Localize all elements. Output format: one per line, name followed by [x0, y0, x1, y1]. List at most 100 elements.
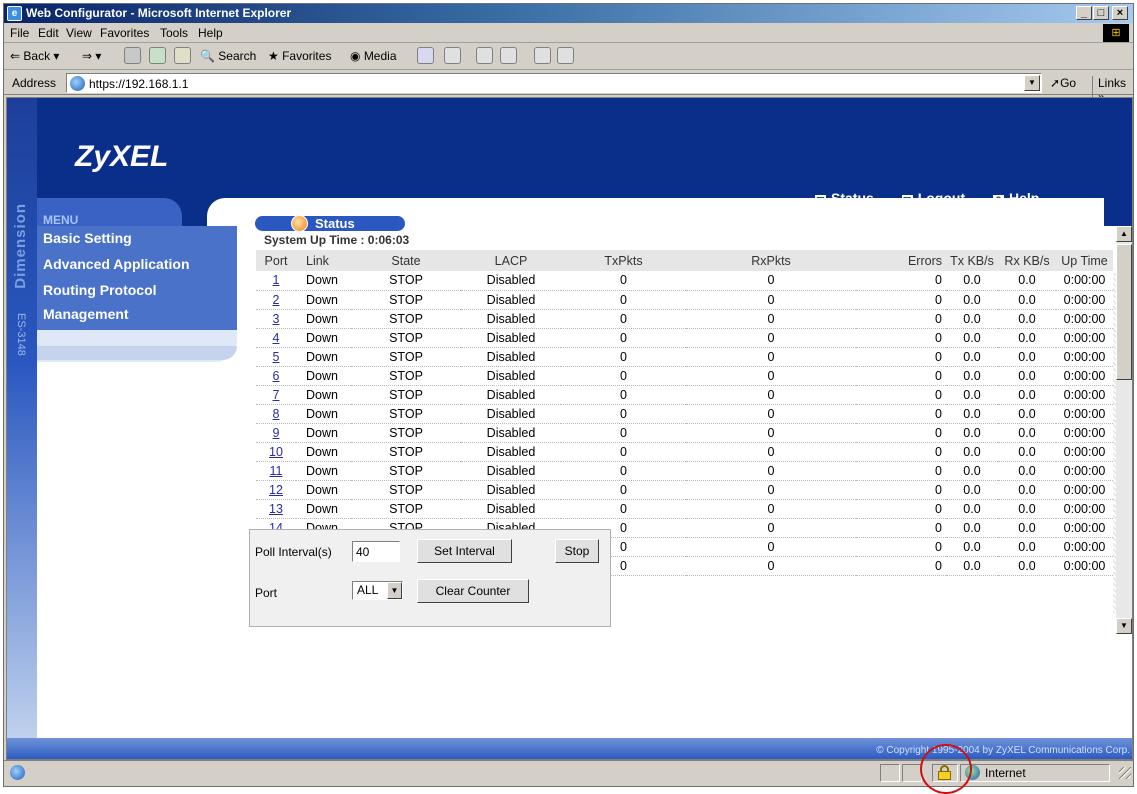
scroll-up-icon[interactable]: ▲ [1116, 226, 1132, 242]
cell-errors: 0 [856, 347, 946, 367]
cell-tx-kbs: 0.0 [946, 518, 998, 538]
back-button[interactable]: ⇐ Back ▾ [10, 49, 59, 63]
col-tx-kbs: Tx KB/s [946, 250, 998, 271]
port-link[interactable]: 9 [273, 426, 280, 440]
cell-errors: 0 [856, 537, 946, 557]
cell-lacp: Disabled [461, 271, 561, 291]
forward-button[interactable]: ⇒ ▾ [82, 49, 101, 63]
scroll-thumb[interactable] [1116, 244, 1132, 380]
cell-lacp: Disabled [461, 385, 561, 405]
menu-file[interactable]: File [10, 26, 29, 40]
col-rx-kbs: Rx KB/s [998, 250, 1056, 271]
cell-port[interactable]: 3 [256, 309, 296, 329]
menu-favorites[interactable]: Favorites [100, 26, 149, 40]
port-link[interactable]: 7 [273, 388, 280, 402]
cell-port[interactable]: 10 [256, 442, 296, 462]
clear-counter-button[interactable]: Clear Counter [417, 579, 529, 603]
poll-controls: Poll Interval(s) Set Interval Stop Port … [249, 529, 611, 627]
menu-item-routing-protocol[interactable]: Routing Protocol [43, 282, 157, 298]
scroll-down-icon[interactable]: ▼ [1116, 618, 1132, 634]
menu-item-advanced-application[interactable]: Advanced Application [43, 256, 190, 272]
cell-link: Down [296, 290, 351, 310]
cell-rxpkts: 0 [686, 442, 856, 462]
port-link[interactable]: 6 [273, 369, 280, 383]
port-link[interactable]: 11 [270, 464, 283, 478]
cell-port[interactable]: 1 [256, 271, 296, 291]
discuss-icon[interactable] [534, 47, 551, 64]
cell-tx-kbs: 0.0 [946, 290, 998, 310]
address-label: Address [12, 76, 57, 90]
port-link[interactable]: 10 [269, 445, 283, 459]
menu-item-management[interactable]: Management [43, 306, 129, 322]
cell-errors: 0 [856, 499, 946, 519]
menu-help[interactable]: Help [198, 26, 223, 40]
table-row: 10 Down STOP Disabled 0 0 0 0.0 0.0 0:00:00 [256, 442, 1113, 462]
port-link[interactable]: 1 [273, 273, 280, 287]
media-button[interactable]: ◉ Media [350, 49, 397, 63]
port-link[interactable]: 3 [273, 312, 280, 326]
port-link[interactable]: 5 [273, 350, 280, 364]
favorites-button[interactable]: ★ Favorites [268, 49, 331, 63]
menu-tools[interactable]: Tools [160, 26, 188, 40]
status-heading: Status [255, 215, 405, 232]
address-field[interactable]: https://192.168.1.1 ▼ [66, 73, 1042, 93]
cell-rxpkts: 0 [686, 271, 856, 291]
stop-icon[interactable] [124, 47, 141, 64]
home-icon[interactable] [174, 47, 191, 64]
content-scrollbar[interactable]: ▲ ▼ [1116, 226, 1132, 634]
cell-rx-kbs: 0.0 [998, 556, 1056, 576]
cell-txpkts: 0 [561, 480, 686, 500]
refresh-icon[interactable] [149, 47, 166, 64]
history-icon[interactable] [417, 47, 434, 64]
search-button[interactable]: 🔍 Search [200, 49, 256, 63]
cell-tx-kbs: 0.0 [946, 347, 998, 367]
cell-state: STOP [351, 328, 461, 348]
menu-body: Basic Setting Advanced Application Routi… [37, 226, 237, 330]
cell-tx-kbs: 0.0 [946, 366, 998, 386]
messenger-icon[interactable] [557, 47, 574, 64]
port-link[interactable]: 8 [273, 407, 280, 421]
cell-port[interactable]: 5 [256, 347, 296, 367]
cell-port[interactable]: 7 [256, 385, 296, 405]
cell-port[interactable]: 2 [256, 290, 296, 310]
poll-interval-input[interactable] [352, 541, 400, 562]
cell-txpkts: 0 [561, 347, 686, 367]
col-port: Port [256, 250, 296, 271]
copyright-text: © Copyright 1995-2004 by ZyXEL Communica… [876, 745, 1130, 756]
mail-icon[interactable] [444, 47, 461, 64]
address-dropdown-icon[interactable]: ▼ [1024, 75, 1040, 91]
menu-view[interactable]: View [66, 26, 92, 40]
menu-item-basic-setting[interactable]: Basic Setting [43, 230, 132, 246]
cell-rx-kbs: 0.0 [998, 537, 1056, 557]
cell-port[interactable]: 4 [256, 328, 296, 348]
port-link[interactable]: 12 [269, 483, 283, 497]
port-link[interactable]: 2 [273, 293, 280, 307]
go-label: Go [1060, 76, 1077, 90]
cell-port[interactable]: 11 [256, 461, 296, 481]
maximize-button[interactable]: □ [1093, 6, 1109, 20]
cell-port[interactable]: 8 [256, 404, 296, 424]
edit-icon[interactable] [500, 47, 517, 64]
port-status-table: Port Link State LACP TxPkts RxPkts Error… [256, 250, 1113, 576]
menu-edit[interactable]: Edit [38, 26, 59, 40]
col-up-time: Up Time [1056, 250, 1113, 271]
port-link[interactable]: 4 [273, 331, 280, 345]
cell-port[interactable]: 12 [256, 480, 296, 500]
cell-rxpkts: 0 [686, 309, 856, 329]
port-select[interactable]: ALL ▼ [352, 581, 403, 600]
print-icon[interactable] [476, 47, 493, 64]
address-url[interactable]: https://192.168.1.1 [89, 77, 188, 91]
stop-button[interactable]: Stop [555, 539, 599, 563]
cell-port[interactable]: 9 [256, 423, 296, 443]
cell-errors: 0 [856, 442, 946, 462]
cell-port[interactable]: 13 [256, 499, 296, 519]
port-link[interactable]: 13 [269, 502, 283, 516]
minimize-button[interactable]: _ [1076, 6, 1092, 20]
cell-link: Down [296, 480, 351, 500]
chevron-down-icon[interactable]: ▼ [387, 582, 402, 599]
cell-port[interactable]: 6 [256, 366, 296, 386]
resize-grip[interactable] [1119, 767, 1131, 779]
set-interval-button[interactable]: Set Interval [417, 539, 512, 563]
go-button[interactable]: ➚Go [1050, 76, 1076, 90]
close-button[interactable]: × [1112, 6, 1128, 20]
